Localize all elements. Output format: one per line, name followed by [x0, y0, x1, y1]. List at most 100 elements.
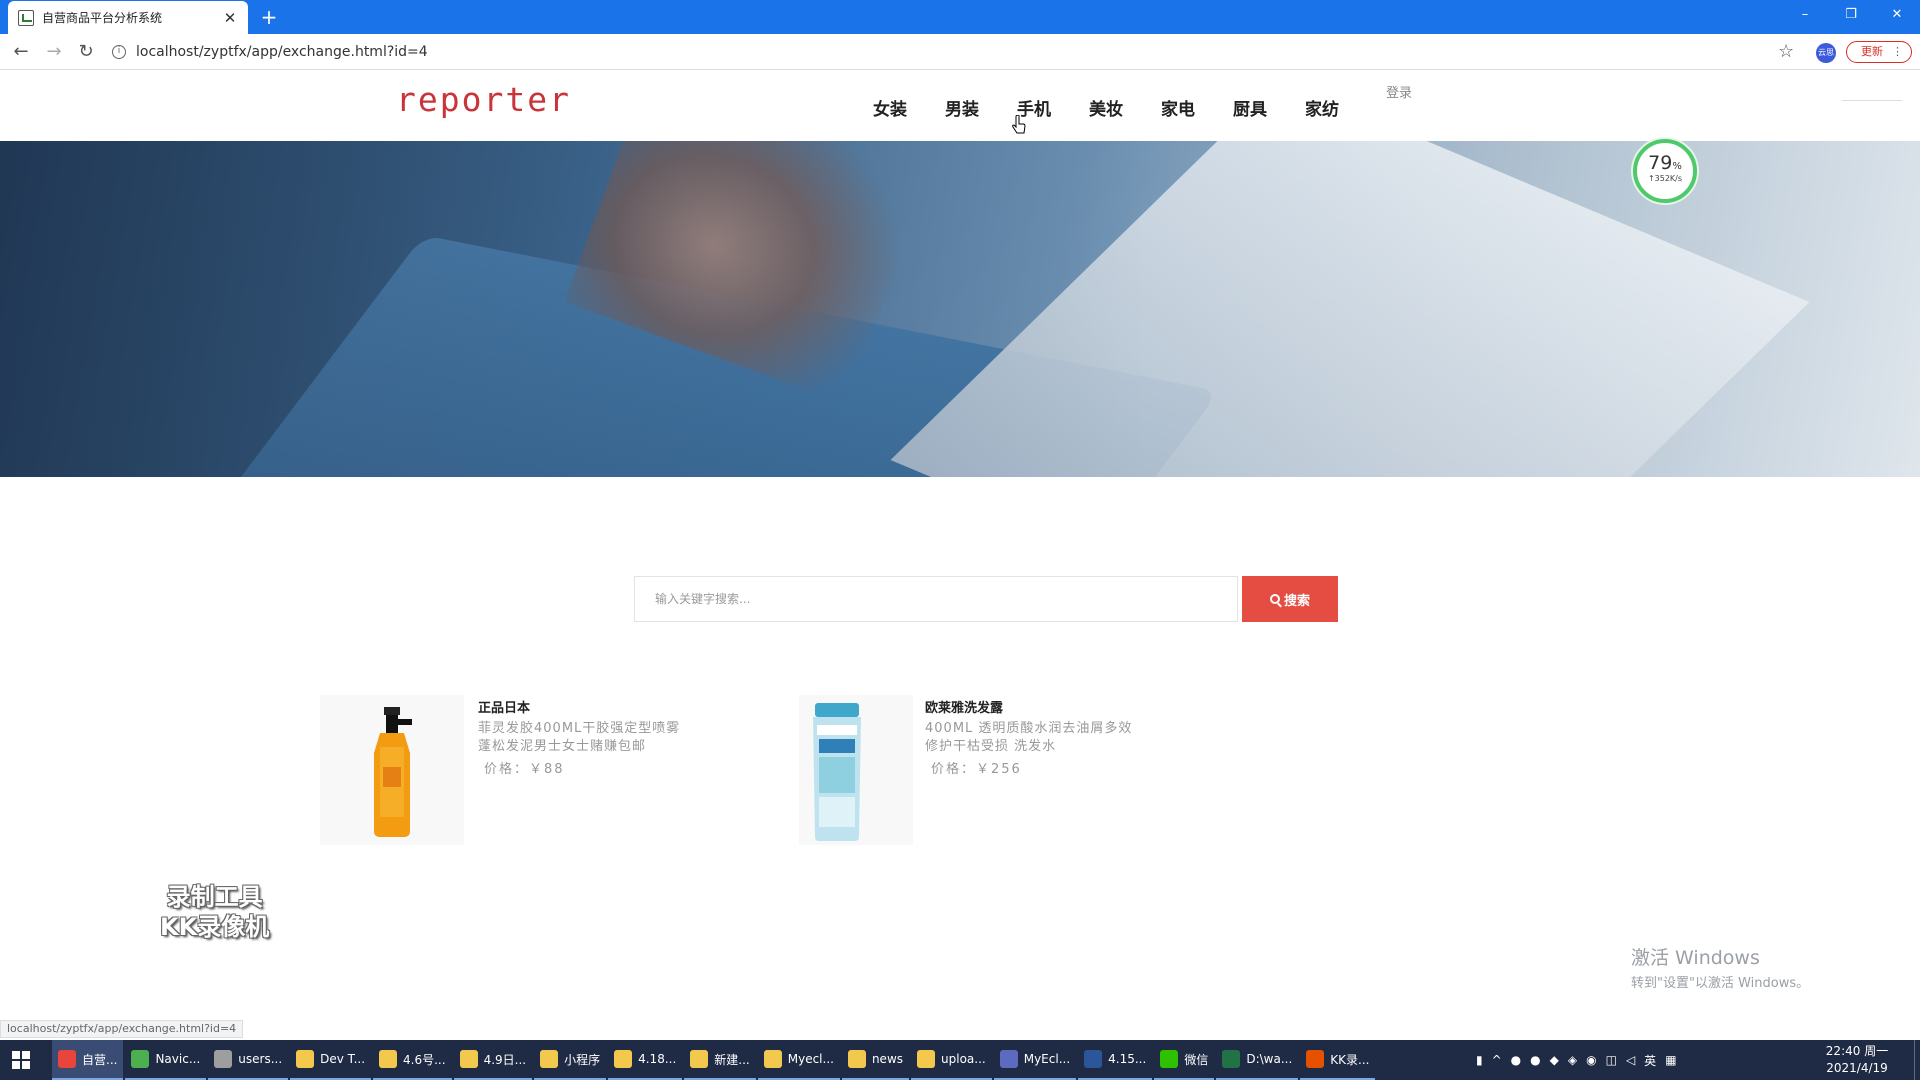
taskbar-item-label: uploa... — [941, 1052, 986, 1066]
keyboard-icon[interactable]: ▦ — [1665, 1053, 1676, 1067]
taskbar-item-label: MyEcl... — [1023, 1052, 1071, 1066]
taskbar-item[interactable]: 自营... — [52, 1040, 124, 1080]
info-icon[interactable]: i — [112, 45, 126, 59]
taskbar-item-label: 新建... — [714, 1052, 750, 1067]
nav-item-textiles[interactable]: 家纺 — [1305, 95, 1377, 120]
back-arrow-icon[interactable]: ← — [9, 40, 33, 64]
menu-dots-icon[interactable]: ⋮ — [1892, 42, 1903, 62]
url-field[interactable]: i localhost/zyptfx/app/exchange.html?id=… — [112, 39, 1792, 65]
taskbar-item[interactable]: users... — [208, 1040, 289, 1080]
hand-cursor-icon — [1012, 115, 1026, 134]
chrome-icon — [58, 1050, 76, 1068]
taskbar-clock[interactable]: 22:40 周一 2021/4/19 — [1822, 1043, 1892, 1077]
taskbar-item-label: D:\wa... — [1246, 1052, 1293, 1066]
nav-item-kitchen[interactable]: 厨具 — [1233, 95, 1305, 120]
taskbar-item-label: 4.9日... — [483, 1052, 527, 1067]
nav-item-women[interactable]: 女装 — [873, 95, 945, 120]
product-image[interactable] — [799, 695, 913, 845]
minimize-button[interactable]: – — [1782, 0, 1828, 30]
windows-start-icon[interactable] — [12, 1051, 30, 1069]
volume-icon[interactable]: ◁ — [1626, 1053, 1635, 1067]
taskbar-item-label: 自营... — [82, 1052, 118, 1067]
taskbar-item[interactable]: 小程序 — [534, 1040, 607, 1080]
site-logo[interactable]: reporter — [396, 80, 571, 119]
bookmark-star-icon[interactable]: ☆ — [1778, 41, 1794, 62]
product-card[interactable]: 正品日本 菲灵发胶400ML干胶强定型喷雾 蓬松发泥男士女士赌赚包邮 价格：￥8… — [320, 695, 718, 845]
spray-bottle-image — [374, 707, 412, 837]
hero-shade — [0, 141, 1920, 477]
taskbar-item[interactable]: 4.9日... — [453, 1040, 533, 1080]
product-card[interactable]: 欧莱雅洗发露 400ML 透明质酸水润去油屑多效 修护干枯受损 洗发水 价格：￥… — [799, 695, 1165, 845]
browser-tab[interactable]: 自营商品平台分析系统 ✕ — [8, 1, 248, 34]
taskbar-item-label: 4.6号... — [403, 1052, 446, 1067]
network-speed-widget[interactable]: 79% ↑352K/s — [1633, 139, 1697, 203]
taskbar-item[interactable]: Dev T... — [290, 1040, 372, 1080]
wechat-tray-icon[interactable]: ◉ — [1586, 1053, 1596, 1067]
word-icon — [1084, 1050, 1103, 1068]
taskbar-item-label: Myecl... — [787, 1052, 834, 1066]
nav-item-men[interactable]: 男装 — [945, 95, 1017, 120]
taskbar-item[interactable]: 微信 — [1154, 1040, 1215, 1080]
taskbar-apps: 自营... Navic... users... Dev T... 4.6号... 4.9日… — [52, 1040, 1377, 1080]
show-desktop-button[interactable] — [1914, 1040, 1920, 1080]
taskbar-item-label: 4.15... — [1108, 1052, 1147, 1066]
speed-rate: ↑352K/s — [1647, 174, 1683, 183]
activate-windows-notice: 激活 Windows 转到"设置"以激活 Windows。 — [1631, 947, 1810, 991]
update-button[interactable]: 更新 ⋮ — [1846, 41, 1912, 63]
windows-taskbar: 自营... Navic... users... Dev T... 4.6号... 4.9日… — [0, 1040, 1920, 1080]
tab-close-icon[interactable]: ✕ — [222, 9, 238, 27]
folder-icon — [690, 1050, 709, 1068]
nav-item-phones[interactable]: 手机 — [1017, 95, 1089, 120]
product-image[interactable] — [320, 695, 464, 845]
taskbar-item[interactable]: uploa... — [911, 1040, 992, 1080]
site-header: reporter 女装 男装 手机 美妆 家电 厨具 家纺 登录 — [0, 70, 1920, 141]
folder-icon — [917, 1050, 936, 1068]
nav-item-beauty[interactable]: 美妆 — [1089, 95, 1161, 120]
login-link[interactable]: 登录 — [1386, 82, 1412, 101]
excel-icon — [1222, 1050, 1241, 1068]
shield-icon[interactable]: ◈ — [1568, 1053, 1577, 1067]
battery-icon[interactable]: ▮ — [1476, 1053, 1483, 1067]
taskbar-item[interactable]: 新建... — [684, 1040, 756, 1080]
product-price: 价格：￥256 — [931, 762, 1022, 777]
network-icon[interactable]: ◫ — [1606, 1053, 1617, 1067]
ime-indicator[interactable]: 英 — [1644, 1052, 1656, 1069]
close-window-button[interactable]: ✕ — [1874, 0, 1920, 30]
category-nav: 女装 男装 手机 美妆 家电 厨具 家纺 — [873, 95, 1377, 120]
taskbar-item-label: 小程序 — [564, 1052, 601, 1067]
taskbar-item[interactable]: 4.6号... — [373, 1040, 452, 1080]
product-name[interactable]: 欧莱雅洗发露 — [925, 697, 1165, 716]
folder-icon — [459, 1050, 478, 1068]
tray-expand-icon[interactable]: ^ — [1492, 1053, 1502, 1067]
taskbar-item[interactable]: KK录... — [1300, 1040, 1376, 1080]
product-description: 菲灵发胶400ML干胶强定型喷雾 蓬松发泥男士女士赌赚包邮 — [478, 721, 681, 754]
search-button[interactable]: 搜索 — [1242, 576, 1338, 622]
taskbar-item-label: Navic... — [155, 1052, 201, 1066]
update-label: 更新 — [1861, 45, 1883, 58]
product-description: 400ML 透明质酸水润去油屑多效 修护干枯受损 洗发水 — [925, 721, 1133, 754]
taskbar-item[interactable]: Navic... — [125, 1040, 207, 1080]
taskbar-item[interactable]: news — [841, 1040, 910, 1080]
forward-arrow-icon[interactable]: → — [42, 40, 66, 64]
navicat-icon — [131, 1050, 150, 1068]
taskbar-item-label: 4.18... — [638, 1052, 677, 1066]
taskbar-item[interactable]: 4.15... — [1078, 1040, 1153, 1080]
tray-app-icon[interactable]: ● — [1511, 1053, 1521, 1067]
taskbar-item[interactable]: D:\wa... — [1216, 1040, 1299, 1080]
tray-app-icon[interactable]: ● — [1530, 1053, 1540, 1067]
notification-icon[interactable]: ◆ — [1550, 1053, 1559, 1067]
taskbar-item[interactable]: 4.18... — [608, 1040, 683, 1080]
reload-icon[interactable]: ↻ — [74, 40, 98, 64]
new-tab-button[interactable]: + — [258, 6, 280, 28]
restore-button[interactable]: ❐ — [1828, 0, 1874, 30]
url-text[interactable]: localhost/zyptfx/app/exchange.html?id=4 — [136, 44, 428, 60]
product-price: 价格：￥88 — [484, 762, 565, 777]
search-button-label: 搜索 — [1283, 593, 1310, 609]
search-input[interactable] — [634, 576, 1238, 622]
nav-item-appliances[interactable]: 家电 — [1161, 95, 1233, 120]
taskbar-item[interactable]: MyEcl... — [993, 1040, 1077, 1080]
taskbar-item[interactable]: Myecl... — [757, 1040, 840, 1080]
product-name[interactable]: 正品日本 — [478, 697, 718, 716]
profile-avatar[interactable]: 云思 — [1816, 43, 1836, 63]
folder-icon — [540, 1050, 559, 1068]
